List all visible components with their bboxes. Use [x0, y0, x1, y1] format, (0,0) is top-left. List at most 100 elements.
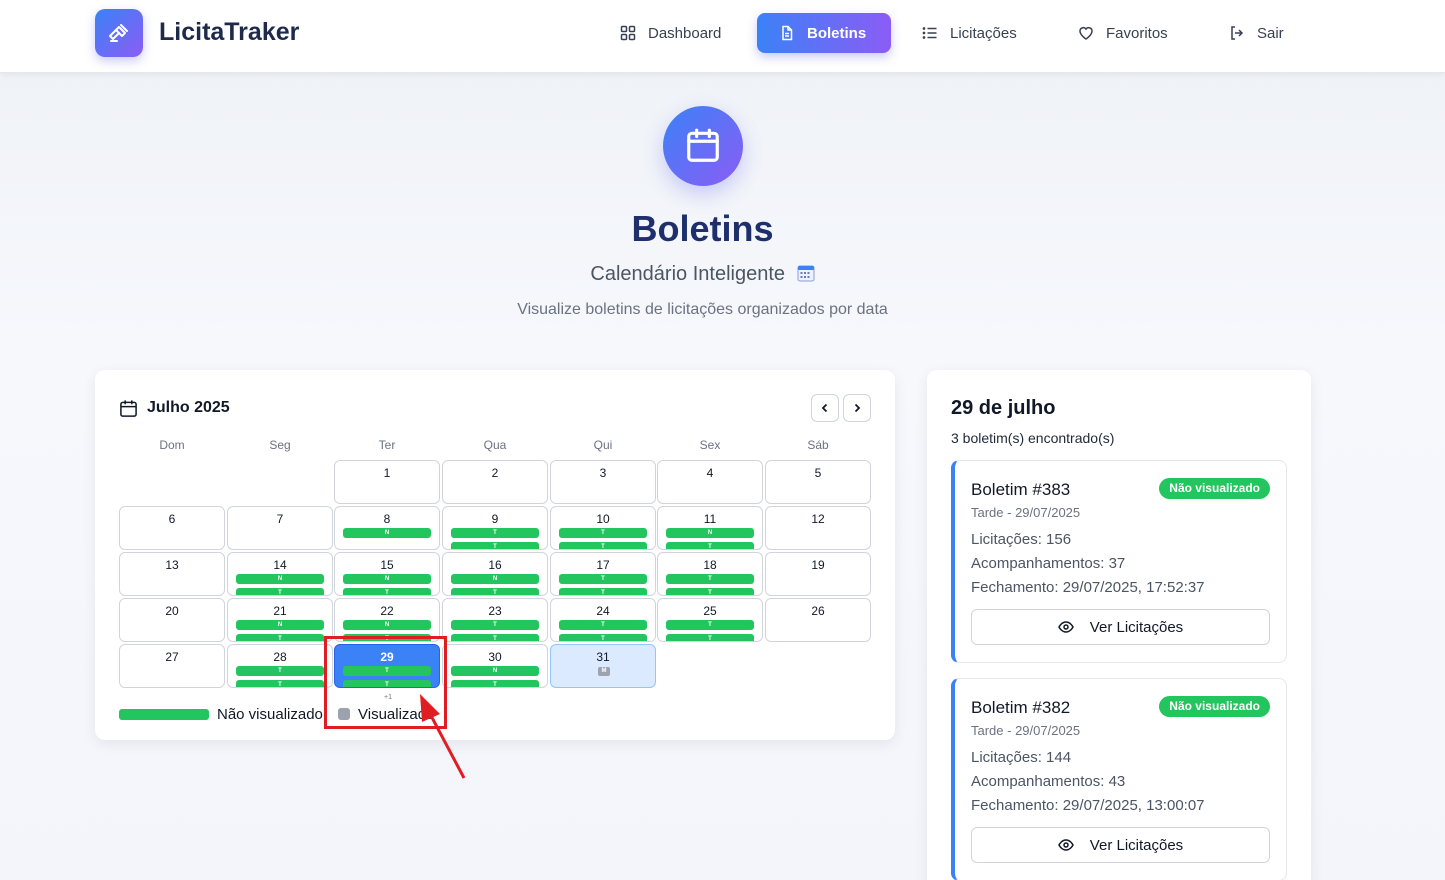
- calendar-day[interactable]: 16 NT: [442, 552, 548, 596]
- calendar-day[interactable]: 17 TT: [550, 552, 656, 596]
- day-number: 26: [811, 604, 825, 618]
- calendar-day[interactable]: 10 TT: [550, 506, 656, 550]
- bulletin-bar[interactable]: T: [451, 528, 539, 538]
- calendar-day-today[interactable]: 31 M: [550, 644, 656, 688]
- calendar-day[interactable]: 11 NT: [657, 506, 763, 550]
- nav-licitacoes[interactable]: Licitações: [900, 13, 1039, 53]
- calendar-day[interactable]: 18 TT: [657, 552, 763, 596]
- calendar-day[interactable]: 3: [550, 460, 656, 504]
- document-icon: [782, 25, 793, 41]
- calendar-day[interactable]: 14 NT: [227, 552, 333, 596]
- bulletin-bar[interactable]: N: [343, 528, 431, 538]
- calendar-day[interactable]: 5: [765, 460, 871, 504]
- bulletin-bar[interactable]: T: [343, 634, 431, 641]
- day-number: 25: [703, 604, 717, 618]
- nav-boletins[interactable]: Boletins: [757, 13, 891, 53]
- calendar-day[interactable]: 24 TT: [550, 598, 656, 642]
- calendar-day[interactable]: 2: [442, 460, 548, 504]
- calendar-hero-icon: [663, 106, 743, 186]
- calendar-day[interactable]: 19: [765, 552, 871, 596]
- nav-dashboard[interactable]: Dashboard: [598, 13, 743, 53]
- calendar-day[interactable]: 13: [119, 552, 225, 596]
- view-licitacoes-label: Ver Licitações: [1089, 618, 1184, 636]
- day-number: 6: [168, 512, 176, 526]
- bulletin-bar[interactable]: T: [666, 542, 754, 549]
- day-number: 21: [273, 604, 287, 618]
- bulletin-period: Tarde - 29/07/2025: [971, 505, 1081, 520]
- calendar-day[interactable]: 26: [765, 598, 871, 642]
- bulletin-bar[interactable]: N: [666, 528, 754, 538]
- bulletin-bar[interactable]: N: [236, 574, 324, 584]
- bulletin-bar[interactable]: T: [666, 620, 754, 630]
- calendar-day[interactable]: 7: [227, 506, 333, 550]
- calendar-icon: [120, 400, 137, 417]
- calendar-day[interactable]: 25 TT: [657, 598, 763, 642]
- day-number: 15: [380, 558, 394, 572]
- bulletin-bar[interactable]: T: [451, 588, 539, 595]
- calendar-day[interactable]: 20: [119, 598, 225, 642]
- bulletin-bar[interactable]: T: [236, 588, 324, 595]
- gavel-logo-icon[interactable]: [95, 9, 143, 57]
- weekday-label: Qui: [593, 438, 613, 452]
- weekday-label: Sex: [699, 438, 721, 452]
- bulletin-bar[interactable]: T: [451, 680, 539, 687]
- calendar-day-selected[interactable]: 29 TT: [334, 644, 440, 688]
- day-number: 24: [596, 604, 610, 618]
- heart-icon: [1079, 26, 1093, 40]
- calendar-day[interactable]: 4: [657, 460, 763, 504]
- status-badge: Não visualizado: [1159, 696, 1270, 717]
- day-number: 17: [596, 558, 610, 572]
- brand-name[interactable]: LicitaTraker: [159, 18, 299, 47]
- day-number: 9: [491, 512, 499, 526]
- bulletin-bar[interactable]: T: [559, 528, 647, 538]
- calendar-day[interactable]: 9 TT: [442, 506, 548, 550]
- bulletin-bar[interactable]: T: [666, 634, 754, 641]
- day-number: 31: [596, 650, 610, 664]
- bulletin-bar[interactable]: N: [451, 574, 539, 584]
- calendar-day[interactable]: 15 NT: [334, 552, 440, 596]
- viewed-bulletin-marker[interactable]: M: [598, 667, 610, 676]
- bulletin-bar[interactable]: N: [236, 620, 324, 630]
- bulletin-bar[interactable]: T: [559, 542, 647, 549]
- bulletin-bar[interactable]: T: [236, 634, 324, 641]
- bulletin-bar[interactable]: N: [343, 620, 431, 630]
- bulletin-bar[interactable]: T: [343, 680, 431, 687]
- bulletin-bar[interactable]: T: [451, 634, 539, 641]
- nav-sair[interactable]: Sair: [1207, 13, 1306, 53]
- bulletin-bar[interactable]: T: [236, 666, 324, 676]
- bulletin-licitacoes: Licitações: 156: [971, 531, 1072, 548]
- bulletin-bar[interactable]: T: [666, 588, 754, 595]
- nav-favoritos[interactable]: Favoritos: [1056, 13, 1190, 53]
- page-description: Visualize boletins de licitações organiz…: [517, 301, 888, 318]
- prev-month-button[interactable]: [811, 394, 839, 422]
- bulletin-bar[interactable]: T: [236, 680, 324, 687]
- bulletin-bar[interactable]: T: [343, 588, 431, 595]
- calendar-day[interactable]: 22 NT: [334, 598, 440, 642]
- calendar-day[interactable]: 8 N: [334, 506, 440, 550]
- next-month-button[interactable]: [843, 394, 871, 422]
- view-licitacoes-button[interactable]: Ver Licitações: [971, 827, 1270, 863]
- bulletin-bar[interactable]: T: [451, 620, 539, 630]
- bulletin-bar[interactable]: N: [451, 666, 539, 676]
- bulletin-bar[interactable]: T: [559, 620, 647, 630]
- day-number: 30: [488, 650, 502, 664]
- bulletin-bar[interactable]: T: [343, 666, 431, 676]
- calendar-day[interactable]: 30 NT: [442, 644, 548, 688]
- calendar-day[interactable]: 12: [765, 506, 871, 550]
- calendar-day[interactable]: 28 TT: [227, 644, 333, 688]
- calendar-day[interactable]: 1: [334, 460, 440, 504]
- view-licitacoes-button[interactable]: Ver Licitações: [971, 609, 1270, 645]
- bulletin-bar[interactable]: N: [343, 574, 431, 584]
- calendar-day[interactable]: 21 NT: [227, 598, 333, 642]
- day-number: 14: [273, 558, 287, 572]
- nav-licitacoes-label: Licitações: [950, 24, 1017, 42]
- bulletin-bar[interactable]: T: [559, 634, 647, 641]
- bulletin-bar[interactable]: T: [559, 588, 647, 595]
- bulletin-bar[interactable]: T: [559, 574, 647, 584]
- calendar-day[interactable]: 23 TT: [442, 598, 548, 642]
- calendar-day[interactable]: 6: [119, 506, 225, 550]
- day-number: 10: [596, 512, 610, 526]
- calendar-day[interactable]: 27: [119, 644, 225, 688]
- bulletin-bar[interactable]: T: [666, 574, 754, 584]
- bulletin-bar[interactable]: T: [451, 542, 539, 549]
